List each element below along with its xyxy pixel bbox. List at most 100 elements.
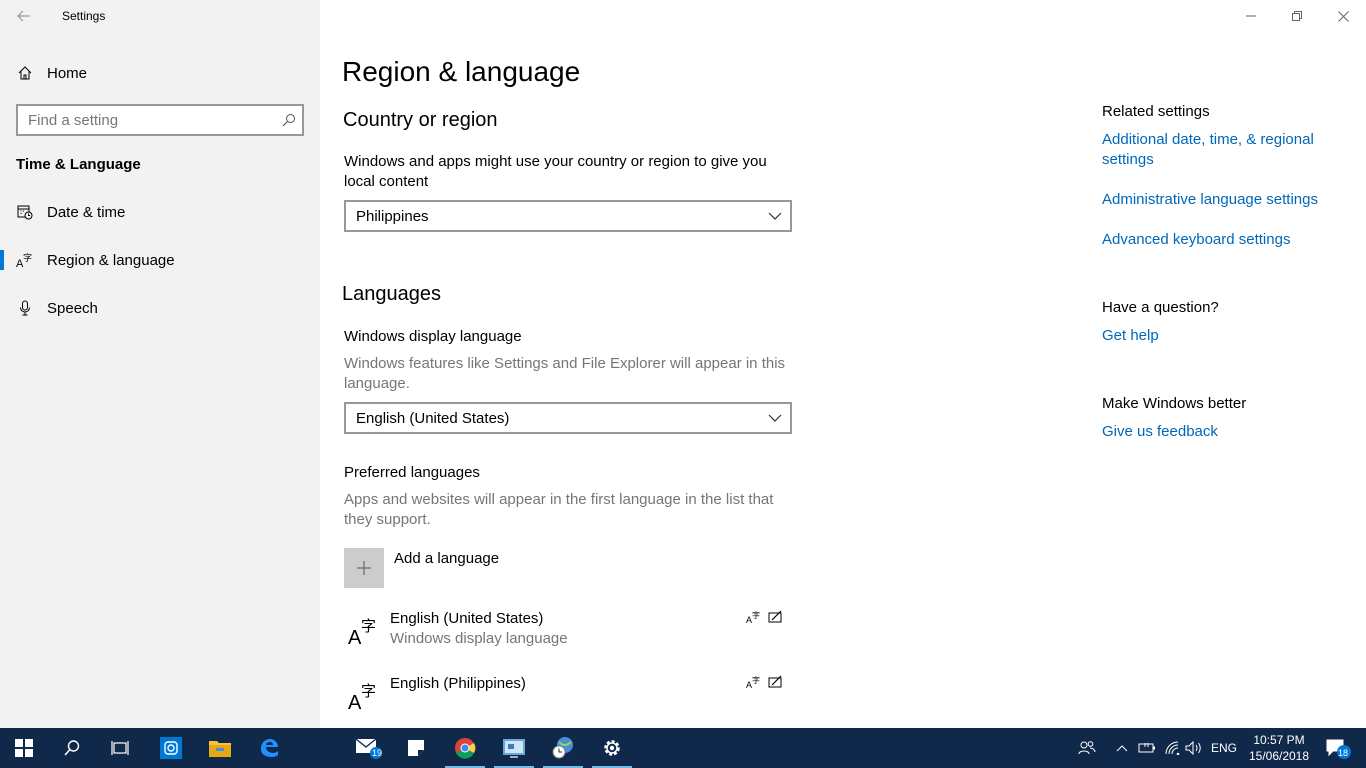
start-button[interactable] bbox=[0, 728, 48, 768]
language-icon: A字 bbox=[16, 251, 34, 269]
file-explorer-button[interactable] bbox=[196, 728, 244, 768]
country-dropdown[interactable]: Philippines bbox=[344, 200, 792, 232]
country-selected: Philippines bbox=[356, 207, 429, 225]
handwriting-feature-icon bbox=[768, 610, 782, 623]
display-language-feature-icon: A字 bbox=[746, 610, 760, 624]
language-list-item[interactable]: A字 English (United States) Windows displ… bbox=[344, 610, 784, 660]
back-button[interactable] bbox=[10, 4, 38, 28]
settings-window: Settings Home Time & Language Date & tim… bbox=[0, 0, 1366, 728]
app-instagram-button[interactable] bbox=[147, 728, 195, 768]
give-feedback-link[interactable]: Give us feedback bbox=[1102, 422, 1332, 442]
language-name: English (Philippines) bbox=[390, 675, 526, 692]
close-button[interactable] bbox=[1320, 0, 1366, 32]
sidebar-item-speech[interactable]: Speech bbox=[0, 288, 320, 328]
svg-text:字: 字 bbox=[752, 675, 760, 685]
preferred-languages-label: Preferred languages bbox=[344, 464, 480, 481]
svg-text:字: 字 bbox=[361, 682, 376, 700]
clock-date: 15/06/2018 bbox=[1248, 749, 1310, 763]
handwriting-feature-icon bbox=[768, 675, 782, 688]
make-windows-better-heading: Make Windows better bbox=[1102, 395, 1247, 412]
display-language-selected: English (United States) bbox=[356, 409, 510, 427]
minimize-icon bbox=[1246, 15, 1256, 17]
administrative-language-link[interactable]: Administrative language settings bbox=[1102, 190, 1332, 210]
chrome-icon bbox=[455, 738, 476, 759]
action-center-button[interactable]: 18 bbox=[1318, 728, 1358, 768]
related-settings-heading: Related settings bbox=[1102, 103, 1210, 120]
microphone-icon bbox=[16, 299, 34, 317]
svg-text:字: 字 bbox=[361, 617, 376, 635]
display-language-feature-icon: A字 bbox=[746, 675, 760, 689]
country-description: Windows and apps might use your country … bbox=[344, 153, 767, 190]
chevron-down-icon bbox=[768, 212, 782, 220]
svg-text:A: A bbox=[348, 692, 362, 711]
clock[interactable]: 10:57 PM 15/06/2018 bbox=[1244, 732, 1314, 764]
sidebar-item-label: Date & time bbox=[47, 203, 126, 221]
network-button[interactable] bbox=[1162, 728, 1184, 768]
svg-text:字: 字 bbox=[23, 252, 32, 264]
remote-desktop-icon bbox=[503, 739, 525, 758]
advanced-keyboard-link[interactable]: Advanced keyboard settings bbox=[1102, 230, 1332, 250]
languages-heading: Languages bbox=[342, 283, 441, 305]
sidebar-item-label: Region & language bbox=[47, 251, 175, 269]
gear-icon bbox=[604, 740, 620, 756]
language-name: English (United States) bbox=[390, 610, 544, 627]
sidebar-section-title: Time & Language bbox=[16, 156, 141, 173]
plus-icon bbox=[344, 548, 384, 588]
instagram-icon bbox=[160, 737, 182, 759]
task-view-button[interactable] bbox=[96, 728, 144, 768]
nav-home[interactable]: Home bbox=[16, 60, 87, 86]
search-icon bbox=[64, 740, 80, 756]
chrome-button[interactable] bbox=[441, 728, 489, 768]
battery-button[interactable] bbox=[1136, 728, 1158, 768]
add-language-label: Add a language bbox=[394, 550, 500, 567]
sidebar-item-label: Speech bbox=[47, 299, 98, 317]
restore-icon bbox=[1292, 11, 1302, 21]
page-title: Region & language bbox=[342, 56, 581, 87]
preferred-languages-description: Apps and websites will appear in the fir… bbox=[344, 491, 774, 528]
network-tool-button[interactable] bbox=[539, 728, 587, 768]
get-help-link[interactable]: Get help bbox=[1102, 326, 1332, 346]
svg-text:A: A bbox=[348, 627, 362, 646]
people-button[interactable] bbox=[1074, 728, 1100, 768]
language-icon: A字 bbox=[348, 617, 376, 646]
main-content: Region & language Country or region Wind… bbox=[320, 0, 1366, 728]
chevron-down-icon bbox=[768, 414, 782, 422]
additional-date-time-regional-link[interactable]: Additional date, time, & regional settin… bbox=[1102, 130, 1332, 170]
globe-clock-icon bbox=[552, 737, 573, 759]
edge-icon bbox=[261, 739, 278, 757]
language-features: A字 bbox=[746, 610, 784, 624]
remote-desktop-button[interactable] bbox=[490, 728, 538, 768]
show-hidden-icons-button[interactable] bbox=[1112, 728, 1132, 768]
mail-badge: 19 bbox=[372, 748, 383, 758]
people-icon bbox=[1078, 741, 1096, 755]
country-heading: Country or region bbox=[343, 109, 498, 131]
search-input[interactable] bbox=[18, 106, 276, 134]
display-language-dropdown[interactable]: English (United States) bbox=[344, 402, 792, 434]
settings-taskbar-button[interactable] bbox=[588, 728, 636, 768]
home-icon bbox=[16, 64, 34, 82]
language-list-item[interactable]: A字 English (Philippines) A字 bbox=[344, 675, 784, 725]
minimize-button[interactable] bbox=[1228, 0, 1274, 32]
nav-home-label: Home bbox=[47, 64, 88, 82]
volume-button[interactable] bbox=[1184, 728, 1204, 768]
display-language-label: Windows display language bbox=[344, 328, 522, 345]
mail-button[interactable]: 19 bbox=[344, 728, 392, 768]
calendar-clock-icon bbox=[16, 203, 34, 221]
app-title: Settings bbox=[62, 9, 106, 23]
add-language-button[interactable]: Add a language bbox=[344, 548, 499, 588]
input-language-indicator[interactable]: ENG bbox=[1206, 728, 1242, 768]
taskbar: 19 ENG 10:57 PM 15/06/2018 18 bbox=[0, 728, 1366, 768]
restore-button[interactable] bbox=[1274, 0, 1320, 32]
search-taskbar-button[interactable] bbox=[48, 728, 96, 768]
search-box bbox=[16, 104, 304, 136]
window-controls bbox=[1228, 0, 1366, 32]
sidebar-item-region-language[interactable]: A字 Region & language bbox=[0, 240, 320, 280]
speaker-icon bbox=[1185, 741, 1201, 755]
edge-browser-button[interactable] bbox=[245, 728, 293, 768]
display-language-description: Windows features like Settings and File … bbox=[344, 355, 786, 392]
svg-text:字: 字 bbox=[752, 610, 760, 620]
sidebar-item-date-time[interactable]: Date & time bbox=[0, 192, 320, 232]
sticky-notes-button[interactable] bbox=[392, 728, 440, 768]
search-icon[interactable] bbox=[276, 113, 302, 127]
question-heading: Have a question? bbox=[1102, 299, 1219, 316]
